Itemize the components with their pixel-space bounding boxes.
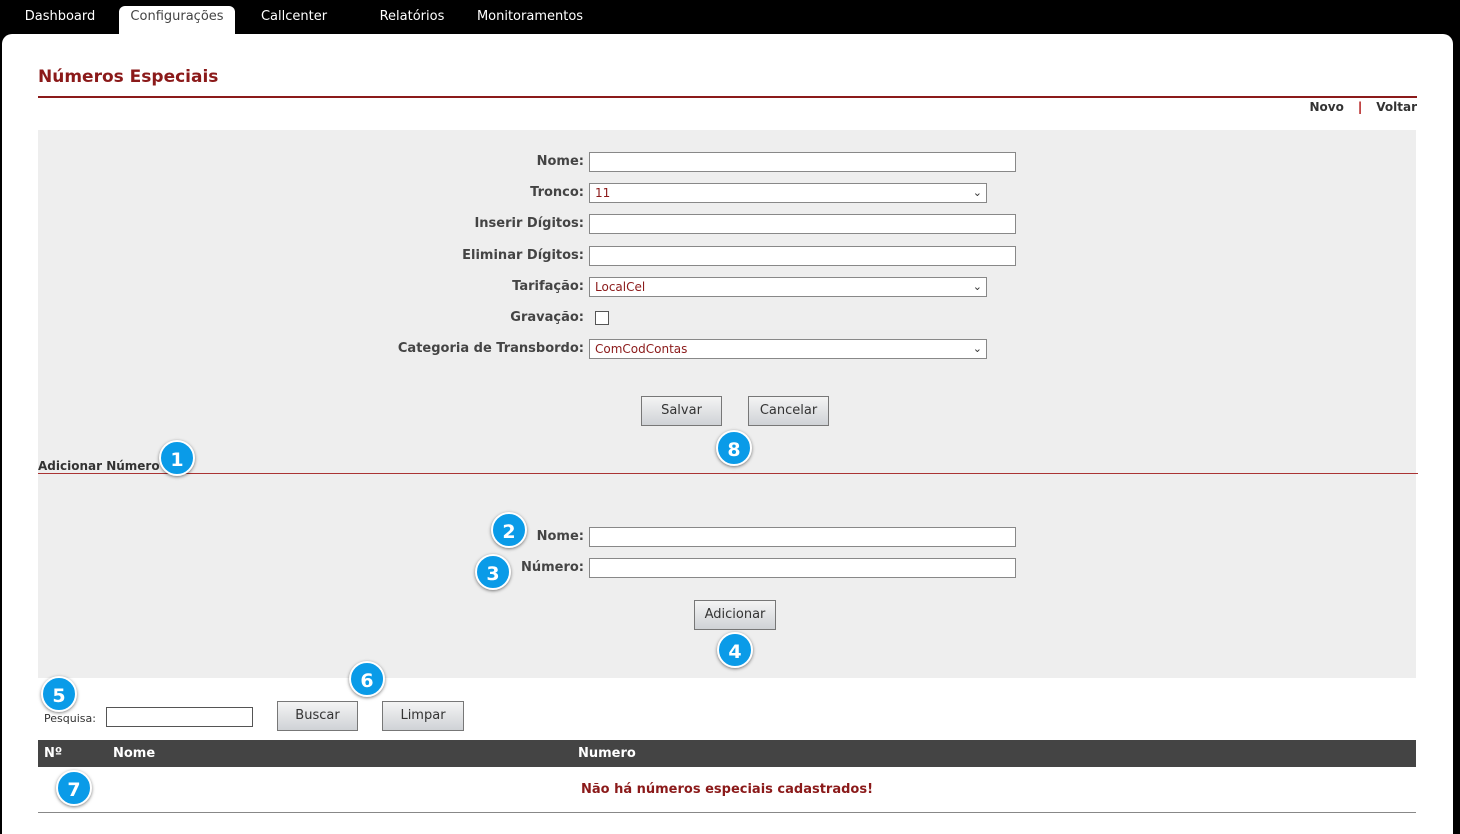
table-header: Nº Nome Numero — [38, 740, 1416, 767]
annotation-badge-7: 7 — [56, 770, 92, 806]
limpar-button[interactable]: Limpar — [382, 701, 464, 731]
section-divider — [38, 473, 1418, 474]
column-header-numero: Nº — [44, 746, 63, 761]
gravacao-checkbox[interactable] — [595, 311, 609, 325]
page-title: Números Especiais — [38, 67, 219, 87]
tab-dashboard[interactable]: Dashboard — [14, 6, 106, 34]
annotation-badge-5: 5 — [41, 676, 77, 712]
eliminar-digitos-input[interactable] — [589, 246, 1016, 266]
page-actions: Novo | Voltar — [1310, 100, 1418, 114]
pesquisa-label: Pesquisa: — [44, 712, 96, 725]
nome-label: Nome: — [536, 154, 584, 169]
salvar-button[interactable]: Salvar — [641, 396, 722, 426]
chevron-down-icon: ⌄ — [972, 342, 982, 355]
add-nome-input[interactable] — [589, 527, 1016, 547]
annotation-badge-8: 8 — [716, 430, 752, 466]
inserir-digitos-label: Inserir Dígitos: — [474, 216, 584, 231]
actions-separator: | — [1357, 100, 1363, 114]
tronco-select-value: 11 — [595, 186, 611, 200]
tab-configuracoes[interactable]: Configurações — [119, 6, 235, 34]
pesquisa-input[interactable] — [106, 707, 253, 727]
chevron-down-icon: ⌄ — [972, 186, 982, 199]
novo-link[interactable]: Novo — [1310, 100, 1344, 114]
cancelar-button[interactable]: Cancelar — [748, 396, 829, 426]
annotation-badge-1: 1 — [159, 440, 195, 476]
column-header-numero-telefone: Numero — [578, 746, 636, 761]
buscar-button[interactable]: Buscar — [277, 701, 358, 731]
annotation-badge-4: 4 — [717, 632, 753, 668]
column-header-nome: Nome — [113, 746, 156, 761]
tarifacao-label: Tarifação: — [512, 279, 584, 294]
eliminar-digitos-label: Eliminar Dígitos: — [462, 248, 584, 263]
tab-callcenter[interactable]: Callcenter — [250, 6, 338, 34]
nome-input[interactable] — [589, 152, 1016, 172]
categoria-select-value: ComCodContas — [595, 342, 688, 356]
inserir-digitos-input[interactable] — [589, 214, 1016, 234]
categoria-transbordo-label: Categoria de Transbordo: — [397, 341, 584, 356]
title-divider — [38, 96, 1417, 98]
annotation-badge-2: 2 — [491, 512, 527, 548]
add-numero-input[interactable] — [589, 558, 1016, 578]
empty-table-message: Não há números especiais cadastrados! — [580, 782, 874, 797]
adicionar-button[interactable]: Adicionar — [694, 600, 776, 630]
page-content: Números Especiais Novo | Voltar Nome: Tron… — [2, 34, 1453, 834]
tab-relatorios[interactable]: Relatórios — [368, 6, 456, 34]
tarifacao-select[interactable]: LocalCel ⌄ — [589, 277, 987, 297]
top-navigation: Dashboard Configurações Callcenter Relat… — [0, 0, 1460, 34]
tarifacao-select-value: LocalCel — [595, 280, 646, 294]
annotation-badge-3: 3 — [475, 554, 511, 590]
annotation-badge-6: 6 — [349, 661, 385, 697]
form-panel: Nome: Tronco: 11 ⌄ Inserir Dígitos: Elim… — [38, 130, 1418, 678]
adicionar-numero-heading: Adicionar Número — [38, 459, 160, 473]
chevron-down-icon: ⌄ — [972, 280, 982, 293]
tronco-label: Tronco: — [530, 185, 584, 200]
categoria-transbordo-select[interactable]: ComCodContas ⌄ — [589, 339, 987, 359]
gravacao-label: Gravação: — [510, 310, 584, 325]
voltar-link[interactable]: Voltar — [1376, 100, 1417, 114]
tronco-select[interactable]: 11 ⌄ — [589, 183, 987, 203]
tab-monitoramentos[interactable]: Monitoramentos — [470, 6, 590, 34]
table-bottom-divider — [38, 812, 1416, 813]
